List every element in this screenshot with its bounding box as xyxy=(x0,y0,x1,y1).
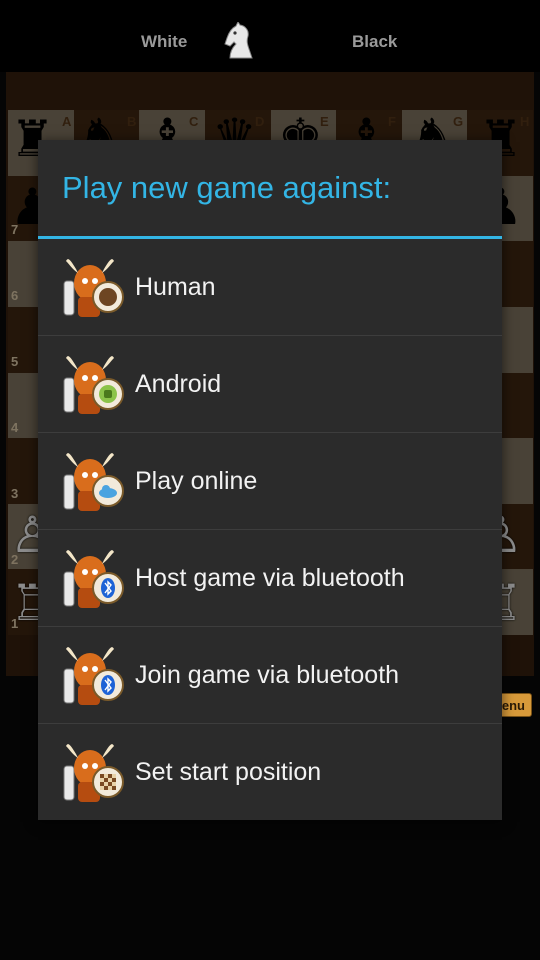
option-host-bluetooth[interactable]: Host game via bluetooth xyxy=(38,530,502,627)
viking-bluetooth-host-icon xyxy=(63,550,124,608)
option-set-start-position[interactable]: Set start position xyxy=(38,724,502,820)
viking-bluetooth-join-icon xyxy=(63,647,124,705)
option-label-join-bluetooth: Join game via bluetooth xyxy=(135,660,400,689)
option-label-human: Human xyxy=(135,272,216,301)
option-play-online[interactable]: Play online xyxy=(38,433,502,530)
option-label-play-online: Play online xyxy=(135,466,258,495)
player-bar: White Black xyxy=(0,0,540,72)
viking-android-icon xyxy=(63,356,124,414)
option-label-android: Android xyxy=(135,369,222,398)
black-player-label: Black xyxy=(352,32,398,51)
option-human[interactable]: Human xyxy=(38,239,502,336)
dialog-title: Play new game against: xyxy=(62,170,392,205)
viking-online-icon xyxy=(63,453,124,511)
knight-icon xyxy=(224,22,253,59)
viking-human-icon xyxy=(63,259,124,317)
viking-chessboard-icon xyxy=(63,744,124,802)
white-player-label: White xyxy=(141,32,188,51)
option-label-host-bluetooth: Host game via bluetooth xyxy=(135,563,405,592)
option-label-set-start-position: Set start position xyxy=(135,757,322,786)
option-join-bluetooth[interactable]: Join game via bluetooth xyxy=(38,627,502,724)
option-android[interactable]: Android xyxy=(38,336,502,433)
screen: White Black A B C D E F G H 7 6 5 4 3 2 … xyxy=(0,0,540,960)
opponent-options-list: Human Android Play online Host game via … xyxy=(38,239,502,820)
new-game-dialog: Play new game against: Human Android Pla… xyxy=(38,140,502,820)
